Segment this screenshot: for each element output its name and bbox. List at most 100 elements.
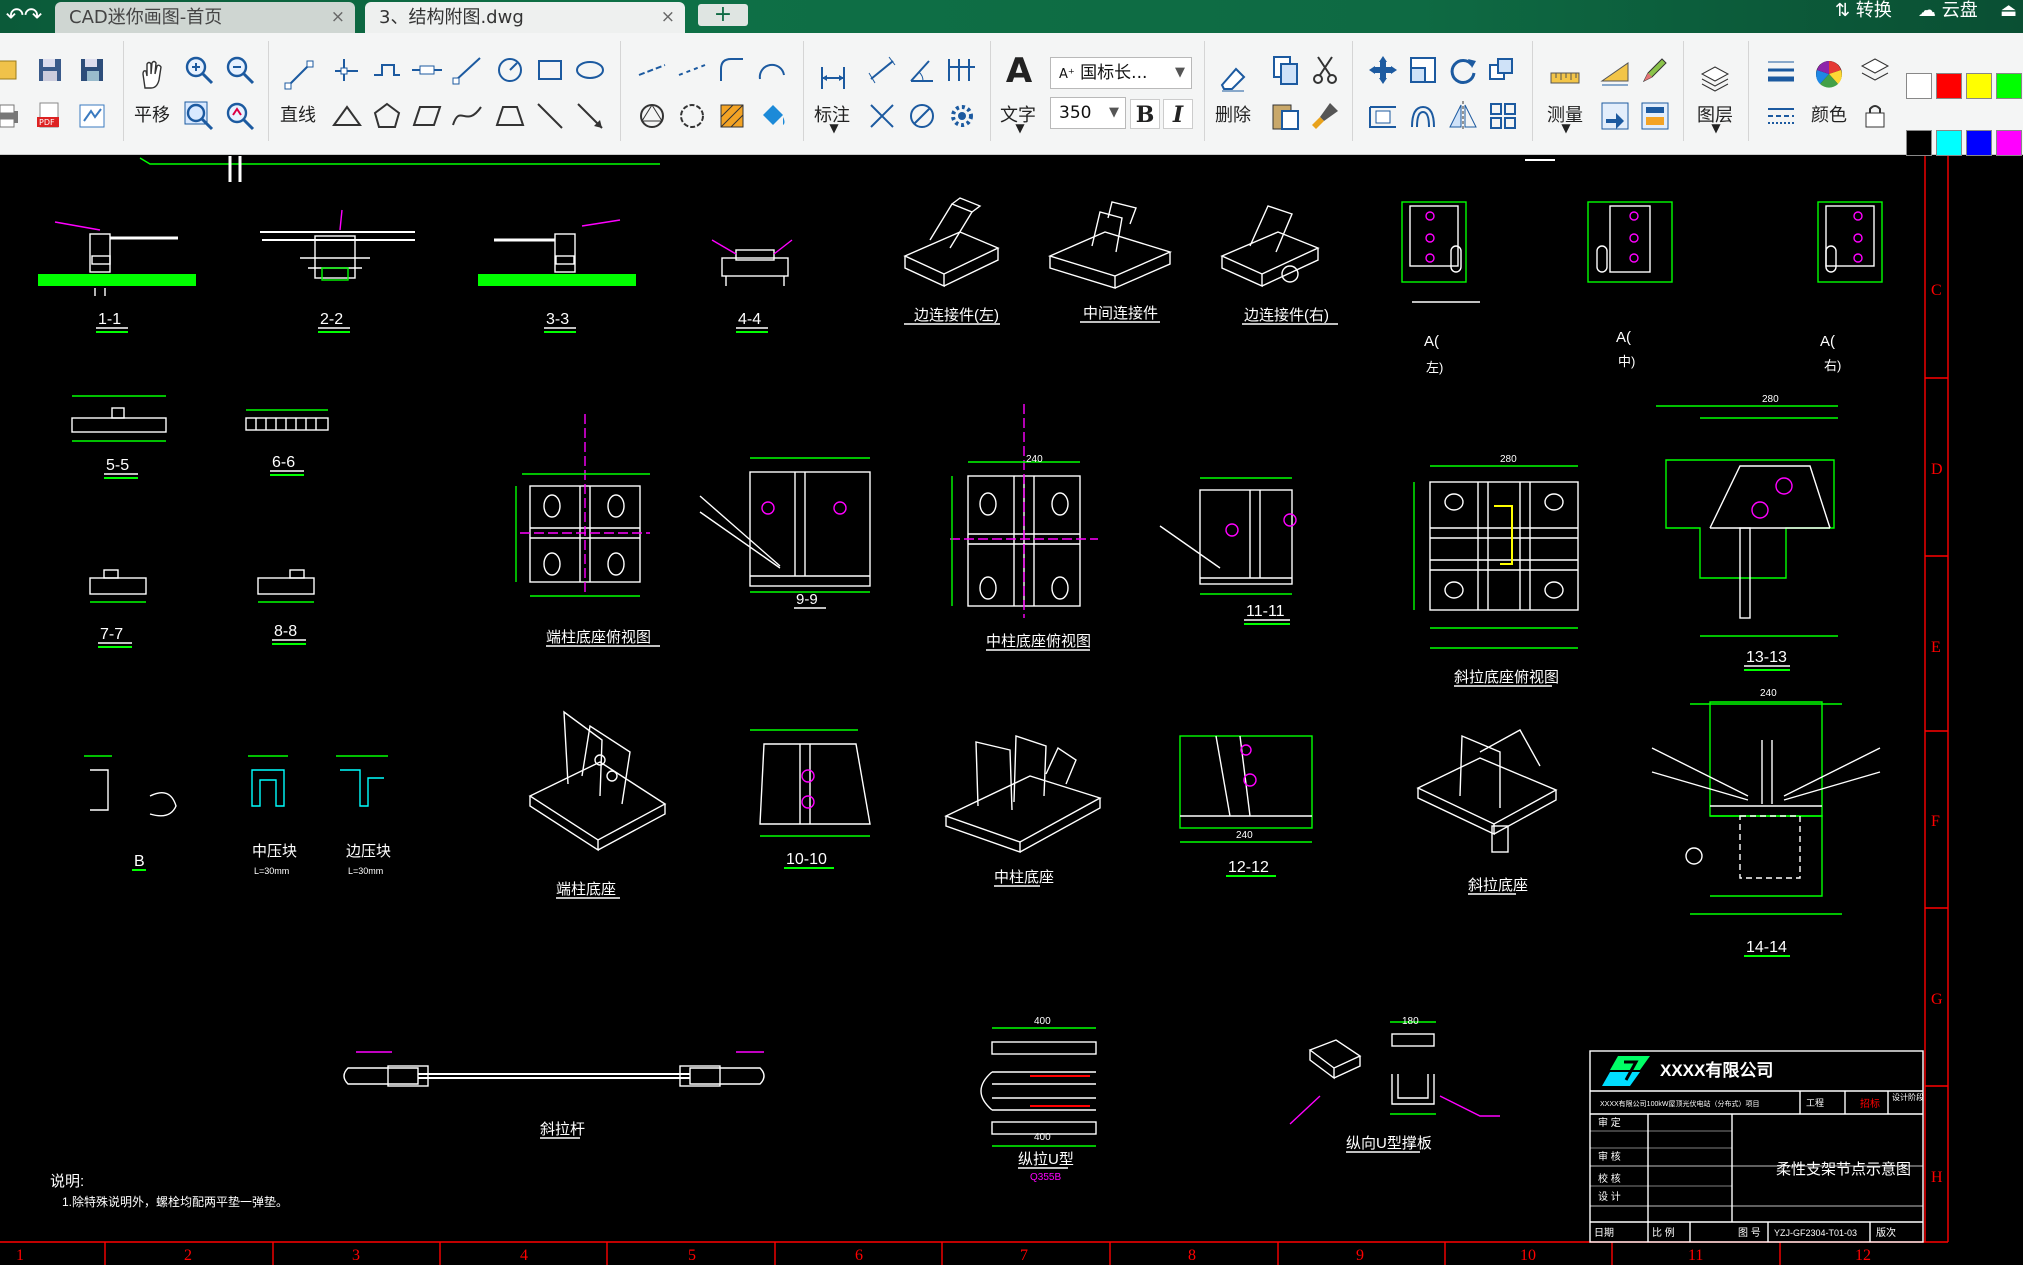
pentagon-icon[interactable] <box>370 99 404 133</box>
bold-button[interactable]: B <box>1130 99 1160 129</box>
polygon-circle-icon[interactable] <box>635 99 669 133</box>
dashed-line-icon[interactable] <box>675 53 709 87</box>
color-swatch-red[interactable] <box>1936 73 1962 99</box>
trim-icon[interactable] <box>1366 99 1400 133</box>
zoom-in-icon[interactable] <box>182 53 216 87</box>
lineweight-icon[interactable] <box>1764 53 1798 87</box>
arrow-line-icon[interactable] <box>573 99 607 133</box>
section-11-11[interactable] <box>1159 477 1297 595</box>
left-connector-iso[interactable] <box>903 197 1000 288</box>
color-swatch-green[interactable] <box>1996 73 2022 99</box>
linetype-icon[interactable] <box>1764 99 1798 133</box>
mid-base-iso[interactable] <box>944 735 1102 853</box>
paste-icon[interactable] <box>1268 99 1302 133</box>
measure-icon[interactable] <box>1548 61 1582 95</box>
dimension-icon[interactable] <box>816 61 850 95</box>
cut-icon[interactable] <box>1308 53 1342 87</box>
cad-drawing[interactable]: C D E F G H 1 2 3 4 5 6 7 8 9 10 11 12 1… <box>0 156 2023 1265</box>
export-block-icon[interactable] <box>1638 99 1672 133</box>
edge-press-block[interactable] <box>336 755 388 807</box>
radius-dimension-icon[interactable] <box>865 99 899 133</box>
zoom-realtime-icon[interactable] <box>223 99 257 133</box>
save-icon[interactable] <box>33 53 67 87</box>
section-1-1[interactable] <box>38 221 196 296</box>
chevron-down-icon[interactable]: ▼ <box>824 121 844 135</box>
tab-drawing[interactable]: 3、结构附图.dwg × <box>365 2 685 33</box>
section-8-8[interactable] <box>257 569 315 603</box>
view-a-left[interactable] <box>1401 201 1480 303</box>
section-7-7[interactable] <box>89 569 147 603</box>
ellipse-icon[interactable] <box>573 53 607 87</box>
area-measure-icon[interactable] <box>1598 53 1632 87</box>
layer-icon[interactable] <box>1698 61 1732 95</box>
hide-layer-icon[interactable] <box>1858 53 1892 87</box>
drawing-canvas[interactable]: C D E F G H 1 2 3 4 5 6 7 8 9 10 11 12 1… <box>0 156 2023 1265</box>
section-5-5[interactable] <box>71 395 167 442</box>
color-swatch-cyan[interactable] <box>1936 130 1962 156</box>
mid-press-block[interactable] <box>248 755 288 807</box>
convert-button[interactable]: ⇅ 转换 <box>1835 0 1892 33</box>
export-image-icon[interactable] <box>75 99 109 133</box>
section-9-9[interactable] <box>699 457 871 593</box>
brace-base-iso[interactable] <box>1416 729 1558 853</box>
lock-layer-icon[interactable] <box>1858 99 1892 133</box>
color-swatch-black[interactable] <box>1906 130 1932 156</box>
tab-home[interactable]: CAD迷你画图-首页 × <box>55 2 355 33</box>
markup-pen-icon[interactable] <box>1638 53 1672 87</box>
scale-icon[interactable] <box>1406 53 1440 87</box>
dimension-settings-icon[interactable] <box>945 99 979 133</box>
copy-icon[interactable] <box>1268 53 1302 87</box>
end-base-top-view[interactable] <box>515 414 650 597</box>
triangle-icon[interactable] <box>330 99 364 133</box>
brace-base-top-view[interactable] <box>1413 465 1579 649</box>
parallelogram-icon[interactable] <box>410 99 444 133</box>
move-icon[interactable] <box>1366 53 1400 87</box>
arc-icon[interactable] <box>755 53 789 87</box>
offset-icon[interactable] <box>1406 99 1440 133</box>
add-tab-button[interactable]: + <box>698 4 748 26</box>
trapezoid-icon[interactable] <box>493 99 527 133</box>
insert-block-icon[interactable] <box>1598 99 1632 133</box>
print-icon[interactable] <box>0 99 24 133</box>
open-file-icon[interactable] <box>0 53 24 87</box>
color-wheel-icon[interactable] <box>1812 57 1846 91</box>
exit-icon[interactable]: ⏏ <box>2000 0 2017 33</box>
angular-dimension-icon[interactable] <box>905 53 939 87</box>
color-swatch-white[interactable] <box>1906 73 1932 99</box>
rectangle-icon[interactable] <box>533 53 567 87</box>
pan-hand-icon[interactable] <box>135 58 169 92</box>
section-13-13[interactable] <box>1656 405 1838 637</box>
line-tool-icon[interactable] <box>282 58 316 92</box>
zoom-window-icon[interactable] <box>182 99 216 133</box>
zoom-out-icon[interactable] <box>223 53 257 87</box>
match-properties-icon[interactable] <box>1308 99 1342 133</box>
text-style-select[interactable]: A⁺ 国标长... ▼ <box>1050 57 1192 89</box>
section-12-12[interactable] <box>1179 735 1313 843</box>
rotate-icon[interactable] <box>1446 53 1480 87</box>
revision-cloud-icon[interactable] <box>675 99 709 133</box>
longitudinal-u[interactable] <box>980 1027 1097 1147</box>
mid-base-top-view[interactable] <box>950 404 1098 618</box>
cloud-button[interactable]: ☁ 云盘 <box>1918 0 1978 33</box>
section-10-10[interactable] <box>750 729 871 837</box>
close-icon[interactable]: × <box>661 2 675 33</box>
circle-icon[interactable] <box>493 53 527 87</box>
grid-array-icon[interactable] <box>1486 99 1520 133</box>
section-3-3[interactable] <box>478 219 636 286</box>
fillet-icon[interactable] <box>715 53 749 87</box>
chevron-down-icon[interactable]: ▼ <box>1706 121 1726 135</box>
spline-icon[interactable] <box>450 99 484 133</box>
view-a-middle[interactable] <box>1587 201 1673 283</box>
middle-connector-iso[interactable] <box>1047 201 1173 289</box>
italic-button[interactable]: I <box>1163 99 1193 129</box>
color-swatch-yellow[interactable] <box>1966 73 1992 99</box>
brace-rod[interactable] <box>343 1051 765 1087</box>
chevron-down-icon[interactable]: ▼ <box>1556 121 1576 135</box>
color-swatch-magenta[interactable] <box>1996 130 2022 156</box>
section-2-2[interactable] <box>260 209 415 281</box>
end-base-iso[interactable] <box>528 710 667 852</box>
mirror-icon[interactable] <box>1446 99 1480 133</box>
diagonal-line-icon[interactable] <box>533 99 567 133</box>
right-connector-iso[interactable] <box>1220 205 1320 288</box>
section-4-4[interactable] <box>711 239 793 286</box>
